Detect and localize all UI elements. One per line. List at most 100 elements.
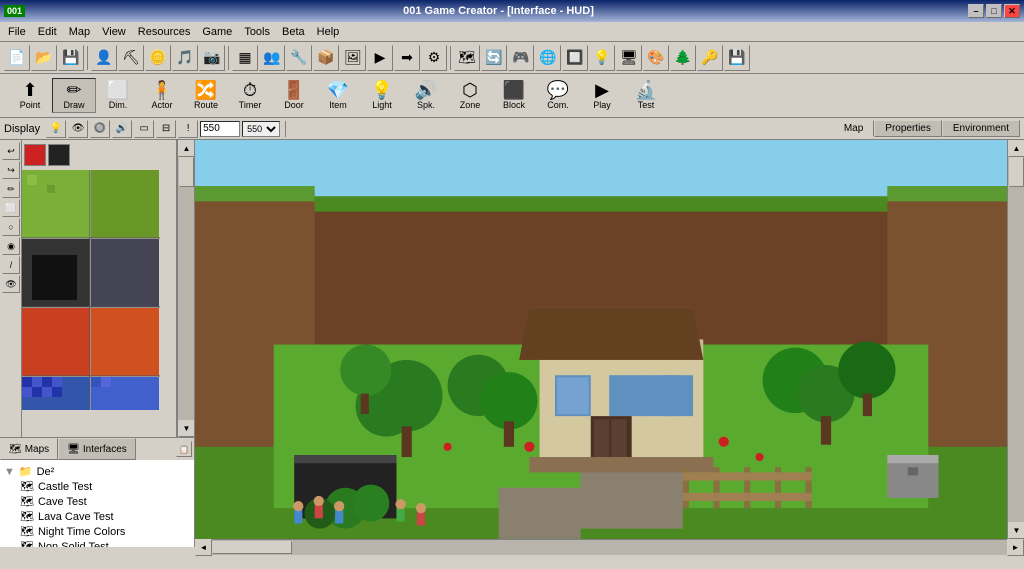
tb-monitor[interactable]: 🖥: [616, 45, 642, 71]
menu-edit[interactable]: Edit: [32, 24, 63, 40]
tb-pick[interactable]: ⛏: [118, 45, 144, 71]
tool-dim[interactable]: ⬜ Dim.: [96, 78, 140, 113]
game-viewport[interactable]: [195, 140, 1007, 539]
scroll-up[interactable]: ▲: [178, 140, 194, 157]
display-btn-4[interactable]: 🔊: [112, 120, 132, 138]
tool-item[interactable]: 💎 Item: [316, 78, 360, 113]
list-item-cave[interactable]: 🗺 Cave Test: [18, 494, 192, 509]
tb-key[interactable]: 🔑: [697, 45, 723, 71]
vscroll-up[interactable]: ▲: [1008, 140, 1024, 157]
tb-camera[interactable]: 📷: [199, 45, 225, 71]
display-btn-2[interactable]: 👁: [68, 120, 88, 138]
color-swatch-2[interactable]: [48, 144, 70, 166]
tab-map[interactable]: Map: [833, 120, 874, 137]
tool-play[interactable]: ▶ Play: [580, 78, 624, 113]
tab-properties[interactable]: Properties: [874, 120, 942, 137]
tb-floppy[interactable]: 💾: [724, 45, 750, 71]
list-item-lava[interactable]: 🗺 Lava Cave Test: [18, 509, 192, 524]
tool-zone[interactable]: ⬡ Zone: [448, 78, 492, 113]
menu-file[interactable]: File: [2, 24, 32, 40]
tb-tools[interactable]: 🔧: [286, 45, 312, 71]
dt-select[interactable]: ⬜: [2, 199, 20, 217]
tb-music[interactable]: 🎵: [172, 45, 198, 71]
zoom-input[interactable]: 550: [200, 121, 240, 137]
scroll-thumb[interactable]: [179, 157, 194, 187]
tool-door[interactable]: 🚪 Door: [272, 78, 316, 113]
list-item-nonsolid[interactable]: 🗺 Non Solid Test: [18, 539, 192, 547]
tb-person[interactable]: 👤: [91, 45, 117, 71]
dt-circle[interactable]: ○: [2, 218, 20, 236]
tb-grid[interactable]: ▦: [232, 45, 258, 71]
tool-timer[interactable]: ⏱ Timer: [228, 78, 272, 113]
display-btn-5[interactable]: ▭: [134, 120, 154, 138]
scroll-down[interactable]: ▼: [178, 420, 194, 437]
dt-eye[interactable]: 👁: [2, 275, 20, 293]
tb-refresh[interactable]: 🔄: [481, 45, 507, 71]
tb-palette[interactable]: 🎨: [643, 45, 669, 71]
tb-img[interactable]: 🖼: [340, 45, 366, 71]
tool-spk[interactable]: 🔊 Spk.: [404, 78, 448, 113]
vscroll-down[interactable]: ▼: [1008, 522, 1024, 539]
tb-coin[interactable]: 🪙: [145, 45, 171, 71]
tool-actor[interactable]: 🧍 Actor: [140, 78, 184, 113]
interfaces-icon: 🖥: [67, 444, 80, 455]
vscroll-track[interactable]: [1008, 157, 1024, 522]
tb-bulb[interactable]: 💡: [589, 45, 615, 71]
tool-point[interactable]: ⬆ Point: [8, 78, 52, 113]
maximize-button[interactable]: □: [986, 4, 1002, 18]
scroll-track[interactable]: [178, 157, 194, 420]
tb-play[interactable]: ▶: [367, 45, 393, 71]
menu-map[interactable]: Map: [63, 24, 96, 40]
tb-arrow[interactable]: ➡: [394, 45, 420, 71]
tb-save[interactable]: 💾: [58, 45, 84, 71]
tb-settings[interactable]: ⚙: [421, 45, 447, 71]
tool-test[interactable]: 🔬 Test: [624, 78, 668, 113]
panel-extra-btn[interactable]: 📋: [176, 441, 192, 457]
menu-game[interactable]: Game: [196, 24, 238, 40]
hscroll-thumb[interactable]: [212, 541, 292, 554]
menu-beta[interactable]: Beta: [276, 24, 311, 40]
dt-undo[interactable]: ↩: [2, 142, 20, 160]
tool-route[interactable]: 🔀 Route: [184, 78, 228, 113]
dt-pencil[interactable]: ✏: [2, 180, 20, 198]
dt-fill[interactable]: ◉: [2, 237, 20, 255]
tree-folder[interactable]: ▼ 📁 De²: [2, 464, 192, 479]
menu-tools[interactable]: Tools: [238, 24, 276, 40]
tb-square[interactable]: 🔲: [562, 45, 588, 71]
tab-interfaces[interactable]: 🖥 Interfaces: [58, 438, 136, 460]
tb-tree[interactable]: 🌲: [670, 45, 696, 71]
tool-light[interactable]: 💡 Light: [360, 78, 404, 113]
menu-resources[interactable]: Resources: [132, 24, 197, 40]
hscroll-track[interactable]: [212, 540, 1007, 555]
tb-open[interactable]: 📂: [31, 45, 57, 71]
tile-grid[interactable]: [22, 170, 176, 437]
display-btn-1[interactable]: 💡: [46, 120, 66, 138]
list-item-nighttime[interactable]: 🗺 Night Time Colors: [18, 524, 192, 539]
tb-new[interactable]: 📄: [4, 45, 30, 71]
tab-environment[interactable]: Environment: [942, 120, 1020, 137]
menu-help[interactable]: Help: [311, 24, 346, 40]
zoom-select[interactable]: 550: [242, 121, 280, 137]
list-item-castle[interactable]: 🗺 Castle Test: [18, 479, 192, 494]
tb-gamepad[interactable]: 🎮: [508, 45, 534, 71]
minimize-button[interactable]: –: [968, 4, 984, 18]
tool-com[interactable]: 💬 Com.: [536, 78, 580, 113]
menu-view[interactable]: View: [96, 24, 132, 40]
hscroll-left[interactable]: ◄: [195, 539, 212, 556]
tab-maps[interactable]: 🗺 Maps: [0, 438, 58, 460]
display-btn-3[interactable]: 🔘: [90, 120, 110, 138]
tb-box[interactable]: 📦: [313, 45, 339, 71]
dt-line[interactable]: /: [2, 256, 20, 274]
tb-group[interactable]: 👥: [259, 45, 285, 71]
color-swatch-1[interactable]: [24, 144, 46, 166]
display-btn-7[interactable]: !: [178, 120, 198, 138]
close-button[interactable]: ✕: [1004, 4, 1020, 18]
tool-block[interactable]: ⬛ Block: [492, 78, 536, 113]
dt-redo[interactable]: ↪: [2, 161, 20, 179]
vscroll-thumb[interactable]: [1009, 157, 1024, 187]
hscroll-right[interactable]: ►: [1007, 539, 1024, 556]
tb-map[interactable]: 🗺: [454, 45, 480, 71]
display-btn-6[interactable]: ⊟: [156, 120, 176, 138]
tb-globe[interactable]: 🌐: [535, 45, 561, 71]
tool-draw[interactable]: ✏ Draw: [52, 78, 96, 113]
